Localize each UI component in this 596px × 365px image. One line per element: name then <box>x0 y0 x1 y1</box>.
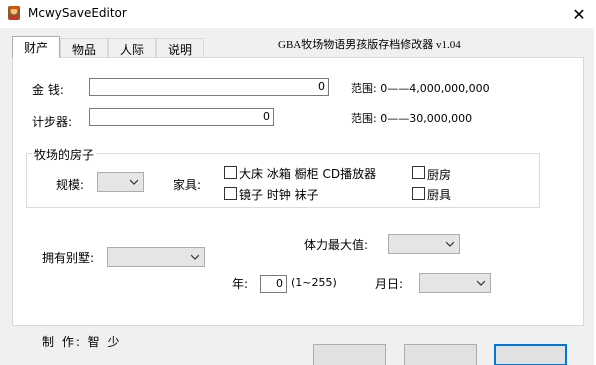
tab-property[interactable]: 财产 <box>12 36 60 58</box>
money-range-text: 范围: 0——4,000,000,000 <box>351 82 490 95</box>
pedometer-input[interactable]: 0 <box>89 108 274 126</box>
stamina-dropdown[interactable] <box>388 234 460 254</box>
furniture-label-kitchen: 厨房 <box>427 168 452 182</box>
year-input[interactable]: 0 <box>260 275 287 293</box>
tab-label: 财产 <box>23 41 48 55</box>
dialog-button-default[interactable] <box>494 344 567 365</box>
chevron-down-icon <box>477 280 485 286</box>
money-label: 金 钱: <box>32 83 64 97</box>
chevron-down-icon <box>130 179 138 185</box>
chevron-down-icon <box>191 254 199 260</box>
pedometer-range-text: 范围: 0——30,000,000 <box>351 112 473 125</box>
ranch-house-group-title: 牧场的房子 <box>32 146 97 163</box>
author-credit: 制 作: 智 少 <box>42 335 122 349</box>
app-icon <box>8 6 20 20</box>
title-bar: McwySaveEditor ✕ <box>0 0 596 28</box>
furniture-label-bed-set: 大床 冰箱 橱柜 CD播放器 <box>239 167 377 181</box>
tab-about[interactable]: 说明 <box>156 38 204 58</box>
window-title: McwySaveEditor <box>28 6 127 20</box>
villa-label: 拥有别墅: <box>42 251 95 265</box>
furniture-checkbox-kitchen[interactable] <box>412 166 425 179</box>
dialog-button-2[interactable] <box>404 344 477 365</box>
furniture-checkbox-bed-set[interactable] <box>224 166 237 179</box>
year-label: 年: <box>232 277 249 291</box>
close-button[interactable]: ✕ <box>562 0 596 28</box>
tab-label: 物品 <box>71 43 96 57</box>
furniture-checkbox-cookware[interactable] <box>412 187 425 200</box>
close-icon: ✕ <box>572 4 586 24</box>
pedometer-label: 计步器: <box>32 115 73 129</box>
tab-relations[interactable]: 人际 <box>108 38 156 58</box>
chevron-down-icon <box>446 241 454 247</box>
month-day-label: 月日: <box>375 277 404 291</box>
furniture-label-cookware: 厨具 <box>427 188 452 202</box>
villa-dropdown[interactable] <box>107 247 205 267</box>
furniture-label-mirror-set: 镜子 时钟 袜子 <box>239 188 319 202</box>
dialog-button-1[interactable] <box>313 344 386 365</box>
version-label: GBA牧场物语男孩版存档修改器 v1.04 <box>278 39 461 51</box>
tab-items[interactable]: 物品 <box>60 38 108 58</box>
scale-dropdown[interactable] <box>97 172 144 192</box>
month-day-dropdown[interactable] <box>419 273 491 293</box>
tab-label: 说明 <box>167 43 192 57</box>
tab-label: 人际 <box>119 43 144 57</box>
furniture-label: 家具: <box>173 178 202 192</box>
stamina-label: 体力最大值: <box>304 238 369 252</box>
money-input[interactable]: 0 <box>89 78 329 96</box>
furniture-checkbox-mirror-set[interactable] <box>224 187 237 200</box>
year-range-hint: (1~255) <box>291 276 337 289</box>
scale-label: 规模: <box>56 178 85 192</box>
